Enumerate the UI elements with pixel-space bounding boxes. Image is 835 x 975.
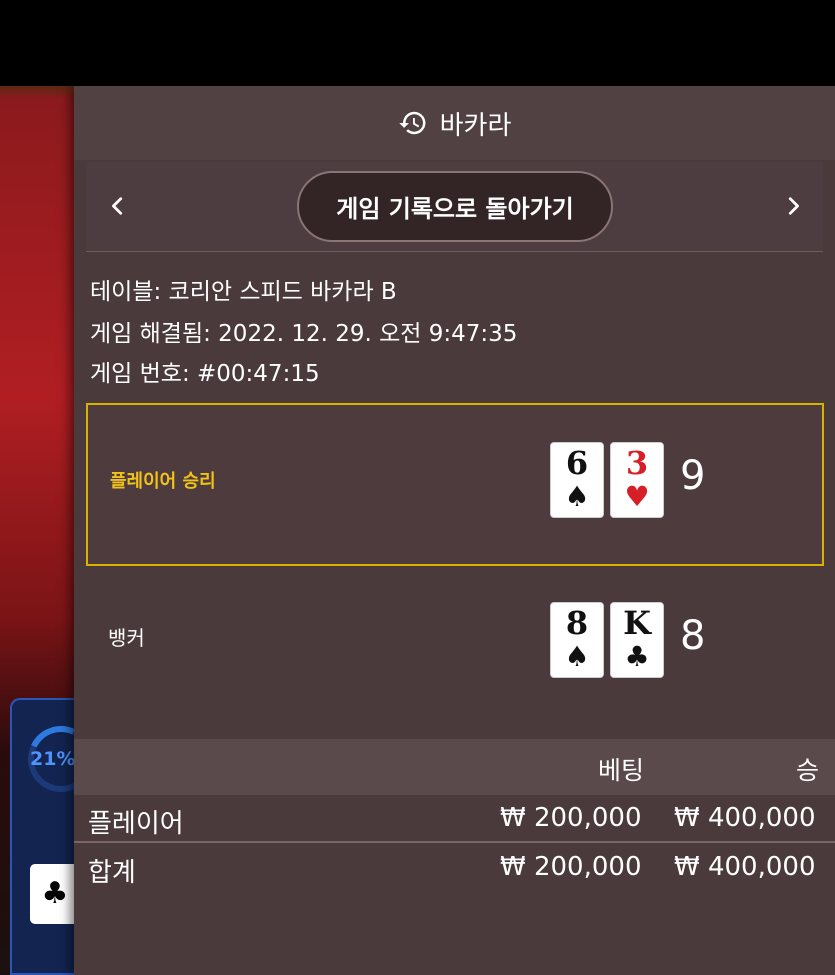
panel-header: 바카라 — [74, 86, 835, 160]
player-result: 플레이어 승리 6 ♠ 3 ♥ 9 — [86, 403, 824, 566]
background-club-card: ♣ — [30, 864, 80, 924]
top-status-bar — [0, 0, 835, 86]
row-bet: ₩ 200,000 — [500, 803, 642, 833]
bet-column-header: 베팅 — [598, 756, 645, 785]
page-title: 바카라 — [439, 110, 512, 141]
history-icon — [398, 111, 426, 135]
table-name: 테이블: 코리안 스피드 바카라 B — [90, 279, 397, 305]
player-card-2: 3 ♥ — [610, 442, 664, 518]
player-win-label: 플레이어 승리 — [110, 471, 216, 492]
chevron-left-icon[interactable] — [100, 188, 136, 224]
chevron-right-icon[interactable] — [775, 188, 811, 224]
back-to-history-button[interactable]: 게임 기록으로 돌아가기 — [297, 171, 613, 242]
card-rank: K — [623, 604, 651, 642]
heart-icon: ♥ — [624, 480, 650, 513]
banker-total: 8 — [680, 613, 706, 659]
spade-icon: ♠ — [564, 480, 590, 513]
progress-panel — [10, 698, 104, 975]
row-bet: ₩ 200,000 — [500, 852, 642, 882]
row-win: ₩ 400,000 — [674, 803, 816, 833]
nav-row: 게임 기록으로 돌아가기 — [86, 162, 823, 252]
banker-card-1: 8 ♠ — [550, 602, 604, 678]
row-name: 플레이어 — [88, 809, 184, 839]
card-rank: 8 — [565, 604, 589, 642]
card-rank: 3 — [625, 444, 649, 482]
spade-icon: ♠ — [564, 640, 590, 673]
win-column-header: 승 — [796, 756, 820, 785]
card-rank: 6 — [565, 444, 589, 482]
row-win: ₩ 400,000 — [674, 852, 816, 882]
bets-table-header: 베팅 승 — [74, 739, 835, 795]
club-icon: ♣ — [624, 640, 650, 673]
table-row: 합계 ₩ 200,000 ₩ 400,000 — [74, 844, 835, 892]
game-history-panel: 바카라 게임 기록으로 돌아가기 테이블: 코리안 스피드 바카라 B 게임 해… — [74, 86, 835, 975]
progress-percent: 21% — [30, 748, 76, 770]
row-name: 합계 — [88, 858, 136, 888]
table-row: 플레이어 ₩ 200,000 ₩ 400,000 — [74, 795, 835, 843]
background-edge — [0, 86, 80, 98]
game-number: 게임 번호: #00:47:15 — [90, 361, 320, 387]
banker-card-2: K ♣ — [610, 602, 664, 678]
game-resolved-time: 게임 해결됨: 2022. 12. 29. 오전 9:47:35 — [90, 321, 518, 347]
player-card-1: 6 ♠ — [550, 442, 604, 518]
banker-label: 뱅커 — [108, 626, 145, 650]
banker-result: 뱅커 8 ♠ K ♣ 8 — [86, 572, 824, 725]
player-total: 9 — [680, 453, 706, 499]
